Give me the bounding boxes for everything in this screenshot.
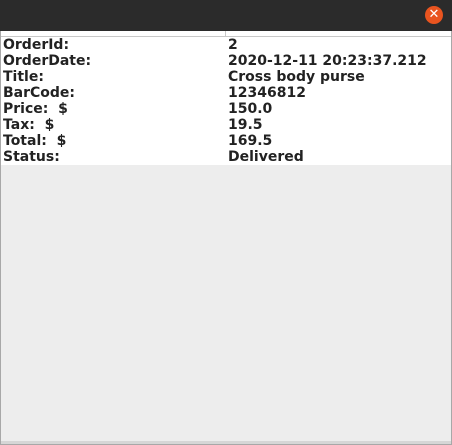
barcode-label: BarCode: <box>3 85 76 101</box>
tax-label: Tax: $ <box>3 117 55 133</box>
total-label: Total: $ <box>3 133 67 149</box>
order-id-label: OrderId: <box>3 37 70 53</box>
price-value: 150.0 <box>228 101 273 117</box>
title-label: Title: <box>3 69 44 85</box>
row-title: Title: Cross body purse <box>1 69 451 85</box>
order-details-table: OrderId: 2 OrderDate: 2020-12-11 20:23:3… <box>1 37 451 165</box>
close-icon[interactable]: ✕ <box>425 6 443 24</box>
row-barcode: BarCode: 12346812 <box>1 85 451 101</box>
title-value: Cross body purse <box>228 69 365 85</box>
window-bottom-edge <box>1 441 451 444</box>
row-order-id: OrderId: 2 <box>1 37 451 53</box>
order-id-value: 2 <box>228 37 238 53</box>
tax-value: 19.5 <box>228 117 263 133</box>
row-total: Total: $ 169.5 <box>1 133 451 149</box>
total-value: 169.5 <box>228 133 273 149</box>
content-pane: OrderId: 2 OrderDate: 2020-12-11 20:23:3… <box>0 31 452 445</box>
price-label: Price: $ <box>3 101 68 117</box>
order-details-window: ✕ OrderId: 2 OrderDate: 2020-12-11 20:23… <box>0 0 452 445</box>
order-date-label: OrderDate: <box>3 53 92 69</box>
row-order-date: OrderDate: 2020-12-11 20:23:37.212 <box>1 53 451 69</box>
status-value: Delivered <box>228 149 304 165</box>
barcode-value: 12346812 <box>228 85 306 101</box>
row-price: Price: $ 150.0 <box>1 101 451 117</box>
title-bar[interactable]: ✕ <box>0 0 452 31</box>
row-tax: Tax: $ 19.5 <box>1 117 451 133</box>
row-status: Status: Delivered <box>1 149 451 165</box>
status-label: Status: <box>3 149 60 165</box>
order-date-value: 2020-12-11 20:23:37.212 <box>228 53 427 69</box>
